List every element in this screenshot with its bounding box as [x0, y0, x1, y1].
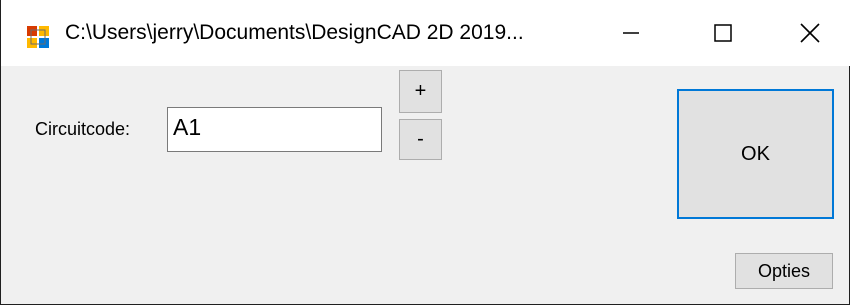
dialog-window: C:\Users\jerry\Documents\DesignCAD 2D 20… — [0, 0, 850, 305]
decrement-button[interactable]: - — [399, 119, 442, 160]
designcad-app-icon — [27, 26, 49, 48]
title-bar[interactable]: C:\Users\jerry\Documents\DesignCAD 2D 20… — [1, 0, 850, 66]
dialog-content: Circuitcode: A1 + - OK Opties — [1, 66, 850, 304]
options-button[interactable]: Opties — [735, 253, 833, 289]
maximize-icon — [714, 24, 732, 42]
minimize-icon — [623, 32, 639, 34]
ok-button[interactable]: OK — [677, 89, 834, 219]
circuitcode-label: Circuitcode: — [35, 119, 131, 139]
minimize-button[interactable] — [585, 0, 677, 66]
circuitcode-input[interactable]: A1 — [167, 107, 382, 152]
close-icon — [799, 23, 820, 43]
window-title: C:\Users\jerry\Documents\DesignCAD 2D 20… — [65, 21, 524, 44]
increment-button[interactable]: + — [399, 70, 442, 113]
maximize-button[interactable] — [677, 0, 769, 66]
close-button[interactable] — [769, 0, 850, 66]
